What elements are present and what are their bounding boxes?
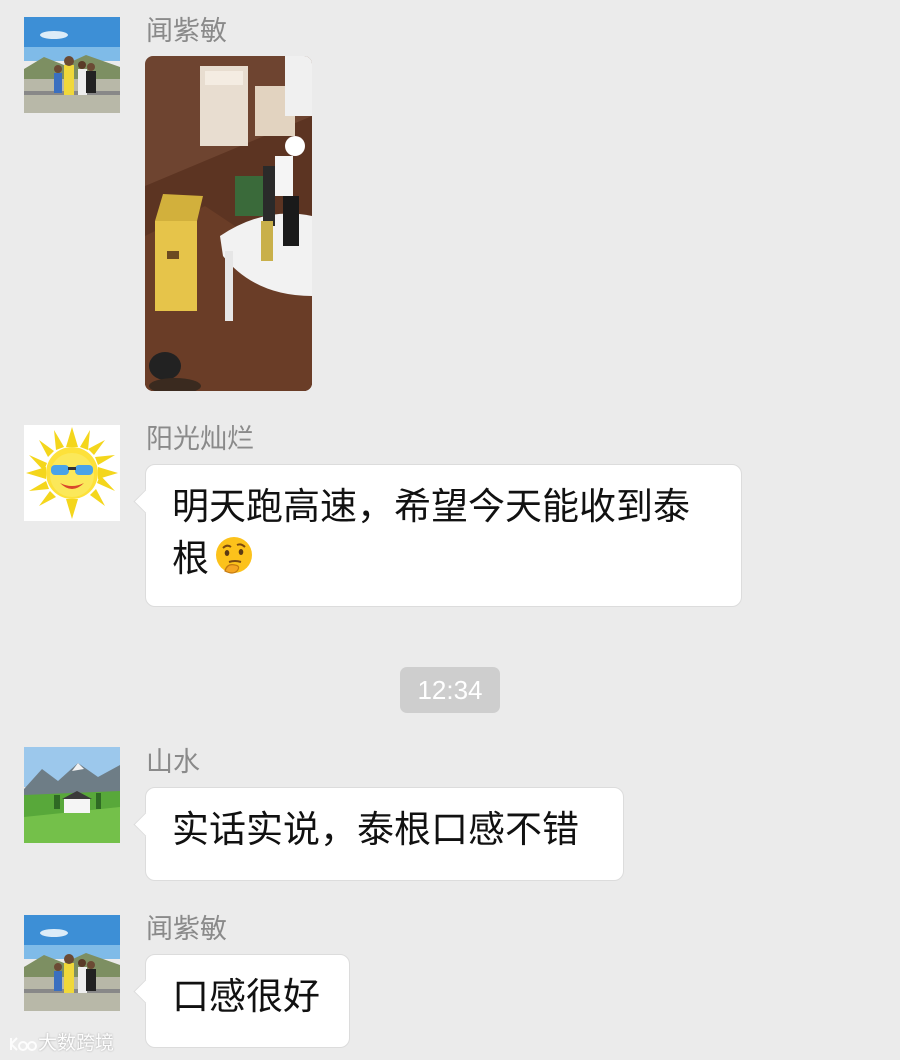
timestamp-badge: 12:34 — [400, 667, 500, 713]
sender-avatar[interactable] — [24, 17, 120, 113]
message-bubble[interactable]: 口感很好 — [145, 954, 350, 1048]
brand-logo-icon — [10, 1037, 37, 1051]
message-text-line: 明天跑高速，希望今天能收到泰 — [172, 485, 690, 528]
message-bubble[interactable]: 实话实说，泰根口感不错 — [145, 787, 624, 881]
sender-name: 闻紫敏 — [146, 914, 227, 945]
sender-avatar[interactable] — [24, 915, 120, 1011]
mountain-meadow-avatar-icon — [24, 747, 120, 843]
shared-photo[interactable] — [145, 56, 312, 391]
message-text-line: 根 — [172, 533, 717, 585]
message-bubble[interactable]: 明天跑高速，希望今天能收到泰 根 — [145, 464, 742, 607]
family-landscape-avatar-icon — [24, 915, 120, 1011]
sender-name: 闻紫敏 — [146, 16, 227, 47]
sender-avatar[interactable] — [24, 425, 120, 521]
sender-name: 山水 — [146, 747, 200, 778]
watermark: 大数跨境 — [8, 1032, 114, 1056]
photo-boxes-on-table-image — [145, 56, 312, 391]
message-text: 实话实说，泰根口感不错 — [172, 808, 579, 851]
watermark-text: 大数跨境 — [38, 1033, 115, 1054]
thinking-face-emoji-icon — [216, 537, 252, 574]
message-text: 口感很好 — [172, 975, 320, 1018]
smiling-sun-avatar-icon — [24, 425, 120, 521]
family-landscape-avatar-icon — [24, 17, 120, 113]
message-text-fragment: 根 — [172, 537, 209, 580]
sender-avatar[interactable] — [24, 747, 120, 843]
sender-name: 阳光灿烂 — [146, 424, 254, 455]
